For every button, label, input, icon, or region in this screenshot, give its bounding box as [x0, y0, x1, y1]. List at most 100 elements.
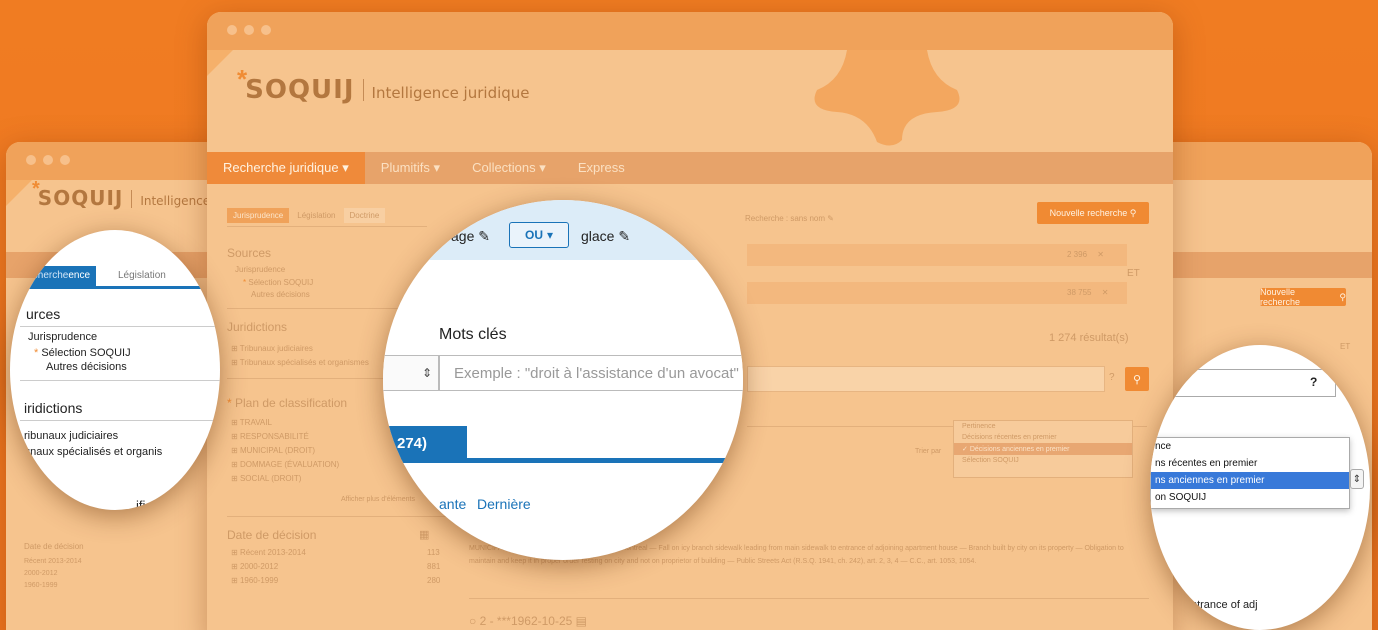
pager-previous-link[interactable]: ante	[439, 496, 466, 512]
star-icon: *	[227, 396, 232, 410]
sort-option[interactable]: nce	[1151, 438, 1349, 455]
window-dot	[227, 25, 237, 35]
sort-option[interactable]: on SOQUIJ	[1151, 489, 1349, 506]
main-window-titlebar	[207, 12, 1173, 50]
magnifier-right: ? nce ns récentes en premier ns ancienne…	[1150, 345, 1370, 630]
left-date-row: 1960-1999	[24, 582, 58, 589]
lens-left-tabs: Rechercheence Législation	[10, 266, 220, 286]
sort-option-selected[interactable]: ns anciennes en premier	[1151, 472, 1349, 489]
sort-option[interactable]: ns récentes en premier	[1151, 455, 1349, 472]
lens-keywords-input[interactable]	[1150, 369, 1336, 397]
window-dot	[26, 155, 36, 165]
pencil-icon[interactable]: ✎	[827, 214, 834, 223]
lens-sources-title: urces	[26, 306, 61, 322]
classification-item[interactable]: RESPONSABILITÉ	[240, 432, 309, 441]
lens-source-item[interactable]: Sélection SOQUIJ	[41, 347, 130, 359]
jurisdictions-title: Juridictions	[227, 320, 288, 334]
classification-title: Plan de classification	[235, 396, 348, 410]
magnifier-main: age ✎ OU ▾ glace ✎ Mots clés ⇕ Exemple : …	[383, 200, 743, 560]
criteria-count: 2 396	[1067, 250, 1088, 259]
right-new-search-button[interactable]: Nouvelle recherche ⚲	[1260, 287, 1346, 307]
help-icon[interactable]: ?	[1310, 375, 1317, 389]
sort-option[interactable]: Décisions récentes en premier	[954, 432, 1132, 443]
result-title[interactable]: 2 - ***1962-10-25	[480, 614, 573, 628]
left-date-row: 2000-2012	[24, 570, 58, 577]
main-navbar: Recherche juridique ▾ Plumitifs ▾ Collec…	[207, 152, 1173, 184]
search-name-label: Recherche : sans nom	[745, 214, 826, 223]
date-row-count: 881	[427, 562, 441, 571]
date-row-count: 280	[427, 576, 441, 585]
decision-date-title: Date de décision	[227, 528, 317, 542]
lens-source-item[interactable]: Autres décisions	[46, 361, 127, 373]
sort-dropdown-menu-zoomed[interactable]: nce ns récentes en premier ns anciennes …	[1150, 437, 1350, 509]
pencil-icon[interactable]: ✎	[618, 228, 630, 244]
chevron-down-icon: ▾	[342, 160, 349, 175]
sort-label: Trier par	[915, 448, 942, 455]
results-tab[interactable]: 274)	[383, 426, 467, 460]
field-select[interactable]: ⇕	[383, 355, 439, 391]
decorative-star-shape	[814, 50, 960, 146]
keywords-label: Mots clés	[439, 326, 507, 343]
soquij-logo: * SOQUIJ Intelligence juridique	[237, 64, 530, 105]
search-submit-button[interactable]: ⚲	[1125, 367, 1149, 391]
jurisdiction-item[interactable]: Tribunaux judiciaires	[240, 344, 313, 353]
search-icon: ⚲	[1339, 291, 1346, 302]
source-item[interactable]: Autres décisions	[251, 290, 310, 299]
keywords-input[interactable]: Exemple : "droit à l'assistance d'un avo…	[439, 355, 743, 391]
document-icon: ▤	[575, 614, 588, 628]
date-row-label[interactable]: Récent 2013-2014	[240, 548, 306, 557]
classification-item[interactable]: SOCIAL (DROIT)	[240, 474, 301, 483]
et-label: ET	[1127, 268, 1140, 279]
window-dot	[43, 155, 53, 165]
date-row-label[interactable]: 1960-1999	[240, 576, 278, 585]
pager-last-link[interactable]: Dernière	[477, 496, 531, 512]
chevron-down-icon: ▾	[433, 160, 441, 175]
tab-doctrine[interactable]: Doctrine	[343, 208, 386, 223]
chevron-down-icon: ▾	[546, 228, 554, 242]
star-icon: *	[243, 278, 247, 287]
lens-jurisdiction-item[interactable]: ribunaux judiciaires	[24, 430, 118, 442]
keywords-field-bg	[747, 366, 1105, 392]
divider	[469, 598, 1149, 599]
nav-collections[interactable]: Collections ▾	[456, 152, 562, 184]
search-icon: ⚲	[1132, 373, 1142, 386]
jurisdiction-item[interactable]: Tribunaux spécialisés et organismes	[240, 358, 369, 367]
close-icon[interactable]: ✕	[1097, 250, 1104, 259]
lens-jurisdiction-item[interactable]: unaux spécialisés et organis	[24, 446, 162, 458]
sort-option[interactable]: Sélection SOQUIJ	[954, 455, 1132, 466]
nav-plumitifs[interactable]: Plumitifs ▾	[365, 152, 456, 184]
source-item[interactable]: Sélection SOQUIJ	[248, 278, 313, 287]
nav-express[interactable]: Express	[562, 152, 641, 184]
results-count: 1 274 résultat(s)	[1049, 332, 1129, 344]
pencil-icon[interactable]: ✎	[478, 228, 490, 244]
left-date-title: Date de décision	[24, 542, 84, 551]
window-dot	[60, 155, 70, 165]
chevron-down-icon: ▾	[539, 160, 546, 175]
date-row-label[interactable]: 2000-2012	[240, 562, 278, 571]
lens-result-snippet: valk to entrance of adj	[1150, 599, 1258, 611]
close-icon[interactable]: ✕	[1102, 288, 1109, 297]
radio-icon[interactable]: ○	[469, 614, 476, 628]
tab-jurisprudence[interactable]: Jurisprudence	[227, 208, 290, 223]
sort-option-selected[interactable]: Décisions anciennes en premier	[970, 446, 1070, 453]
tab-legislation[interactable]: Législation	[291, 208, 341, 223]
tab-legislation[interactable]: Législation	[118, 266, 166, 286]
classification-item[interactable]: DOMMAGE (ÉVALUATION)	[240, 460, 339, 469]
sort-dropdown-menu[interactable]: Pertinence Décisions récentes en premier…	[953, 420, 1133, 478]
operator-dropdown[interactable]: OU ▾	[509, 222, 569, 248]
select-stepper-icon[interactable]: ⇕	[1350, 469, 1364, 489]
help-icon[interactable]: ?	[1109, 372, 1115, 383]
updown-icon: ⇕	[421, 366, 432, 380]
lens-classification-title: ification	[136, 498, 181, 510]
search-icon: ⚲	[1129, 207, 1137, 218]
sort-option[interactable]: Pertinence	[954, 421, 1132, 432]
new-search-button[interactable]: Nouvelle recherche ⚲	[1037, 202, 1149, 224]
window-dot	[244, 25, 254, 35]
nav-recherche-juridique[interactable]: Recherche juridique ▾	[207, 152, 365, 184]
classification-item[interactable]: MUNICIPAL (DROIT)	[240, 446, 315, 455]
sidebar-tabs: Jurisprudence Législation Doctrine	[227, 208, 386, 223]
search-term: age	[451, 228, 475, 244]
classification-item[interactable]: TRAVAIL	[240, 418, 272, 427]
magnifier-left: Rechercheence Législation urces Jurispru…	[10, 230, 220, 510]
tab-recherche[interactable]: Rechercheence	[10, 266, 97, 286]
